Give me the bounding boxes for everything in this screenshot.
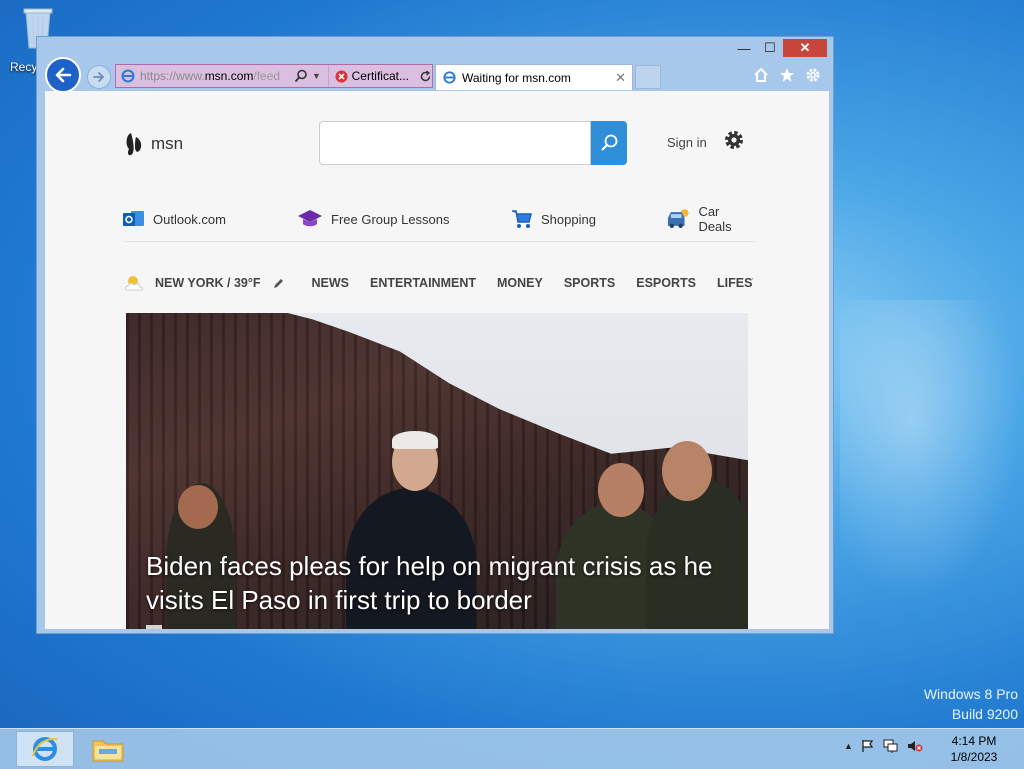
minimize-button[interactable]: — <box>731 39 757 57</box>
gear-icon <box>725 131 743 149</box>
certificate-error-segment[interactable]: Certificat... <box>329 69 432 83</box>
search-input[interactable] <box>319 121 591 165</box>
network-icon[interactable] <box>883 739 899 753</box>
forward-button[interactable] <box>87 65 111 89</box>
nav-lifestyle[interactable]: LIFESTYLE <box>717 276 753 290</box>
quick-links: Outlook.com Free Group Lessons Shopping <box>123 204 755 242</box>
search-icon <box>601 134 618 151</box>
weather-label: NEW YORK / 39°F <box>155 276 261 290</box>
watermark-edition: Windows 8 Pro <box>923 686 1018 702</box>
favorites-star-icon[interactable] <box>779 67 795 83</box>
ie-page-icon <box>121 69 135 83</box>
msn-logo-text: msn <box>151 134 184 153</box>
nav-esports[interactable]: ESPORTS <box>636 276 696 290</box>
quicklink-car-deals[interactable]: Car Deals <box>665 204 755 234</box>
ie-tab-icon <box>443 71 456 84</box>
clock-time: 4:14 PM <box>951 734 997 748</box>
back-arrow-icon <box>55 67 72 83</box>
windows-watermark: Windows 8 Pro Build 9200 <box>924 684 1018 724</box>
clock-date: 1/8/2023 <box>950 750 998 764</box>
outlook-icon <box>123 211 144 226</box>
hero-figure <box>392 431 438 449</box>
back-button[interactable] <box>45 57 81 93</box>
quicklink-label: Outlook.com <box>153 211 226 227</box>
nav-sports[interactable]: SPORTS <box>564 276 615 290</box>
certificate-error-icon <box>335 70 348 82</box>
volume-muted-icon[interactable] <box>907 739 923 753</box>
settings-button[interactable] <box>723 129 745 156</box>
sign-in-link[interactable]: Sign in <box>667 135 707 150</box>
partly-cloudy-icon <box>125 276 143 291</box>
forward-arrow-icon <box>93 72 105 82</box>
close-window-button[interactable]: ✕ <box>783 39 827 57</box>
nav-news[interactable]: NEWS <box>311 276 349 290</box>
graduation-cap-icon <box>298 210 322 227</box>
certificate-error-label: Certificat... <box>351 69 409 83</box>
url-suffix: /feed <box>253 69 281 83</box>
msn-butterfly-icon <box>126 133 142 156</box>
taskbar: ▲ 4:14 PM 1/8/2023 <box>0 728 1024 769</box>
nav-money[interactable]: MONEY <box>497 276 543 290</box>
refresh-icon[interactable] <box>419 69 432 83</box>
internet-explorer-icon <box>32 737 58 761</box>
new-tab-button[interactable] <box>635 65 661 89</box>
hero-headline[interactable]: Biden faces pleas for help on migrant cr… <box>146 549 736 617</box>
tab-title: Waiting for msn.com <box>462 70 571 85</box>
address-bar[interactable]: https://www.msn.com/feed ▼ Certificat... <box>115 64 433 88</box>
action-center-flag-icon[interactable] <box>861 739 875 753</box>
url-prefix: https://www. <box>140 69 205 83</box>
show-hidden-icons-icon[interactable]: ▲ <box>844 741 853 751</box>
quicklink-label: Car Deals <box>698 204 732 234</box>
quicklink-shopping[interactable]: Shopping <box>511 207 596 231</box>
hero-figure <box>662 441 712 501</box>
edit-pencil-icon[interactable] <box>272 277 285 290</box>
quicklink-label: Free Group Lessons <box>331 211 450 227</box>
carousel-indicator[interactable] <box>146 625 162 629</box>
search-icon[interactable] <box>294 69 308 83</box>
desktop-light-streak <box>840 300 1020 600</box>
tools-gear-icon[interactable] <box>805 67 821 83</box>
car-icon <box>667 209 689 229</box>
maximize-button[interactable]: ☐ <box>757 39 783 57</box>
ie-window: — ☐ ✕ https://www.msn.com/feed ▼ Certifi… <box>36 36 834 634</box>
address-url: https://www.msn.com/feed <box>140 69 290 83</box>
weather-widget[interactable]: NEW YORK / 39°F <box>123 273 285 293</box>
shopping-cart-icon <box>512 210 532 228</box>
hero-story[interactable]: Biden faces pleas for help on migrant cr… <box>126 313 748 629</box>
taskbar-explorer-button[interactable] <box>84 731 132 767</box>
quicklink-group-lessons[interactable]: Free Group Lessons <box>297 207 450 231</box>
window-caption-buttons: — ☐ ✕ <box>731 39 827 57</box>
home-icon[interactable] <box>753 67 769 83</box>
browser-toolbar-icons <box>753 67 821 83</box>
watermark-build: Build 9200 <box>951 706 1018 722</box>
msn-logo[interactable]: msn <box>123 131 183 157</box>
file-explorer-folder-icon <box>92 740 124 762</box>
hero-figure <box>178 485 218 529</box>
nav-entertainment[interactable]: ENTERTAINMENT <box>370 276 476 290</box>
address-url-segment[interactable]: https://www.msn.com/feed ▼ <box>116 65 329 87</box>
search-button[interactable] <box>591 121 627 165</box>
page-content: msn Sign in Outlook.com Free Group Lesso… <box>45 91 829 629</box>
quicklink-label: Shopping <box>541 211 596 227</box>
quicklink-outlook[interactable]: Outlook.com <box>123 207 226 231</box>
tab-msn[interactable]: Waiting for msn.com ✕ <box>435 64 633 90</box>
system-tray: ▲ <box>844 739 923 753</box>
url-host: msn.com <box>204 69 254 83</box>
category-nav: NEW YORK / 39°F NEWS ENTERTAINMENT MONEY… <box>123 271 753 295</box>
dropdown-arrow-icon[interactable]: ▼ <box>312 71 321 81</box>
tab-close-icon[interactable]: ✕ <box>615 70 626 86</box>
hero-figure <box>598 463 644 517</box>
taskbar-ie-button[interactable] <box>16 731 74 767</box>
taskbar-clock[interactable]: 4:14 PM 1/8/2023 <box>940 733 1008 765</box>
